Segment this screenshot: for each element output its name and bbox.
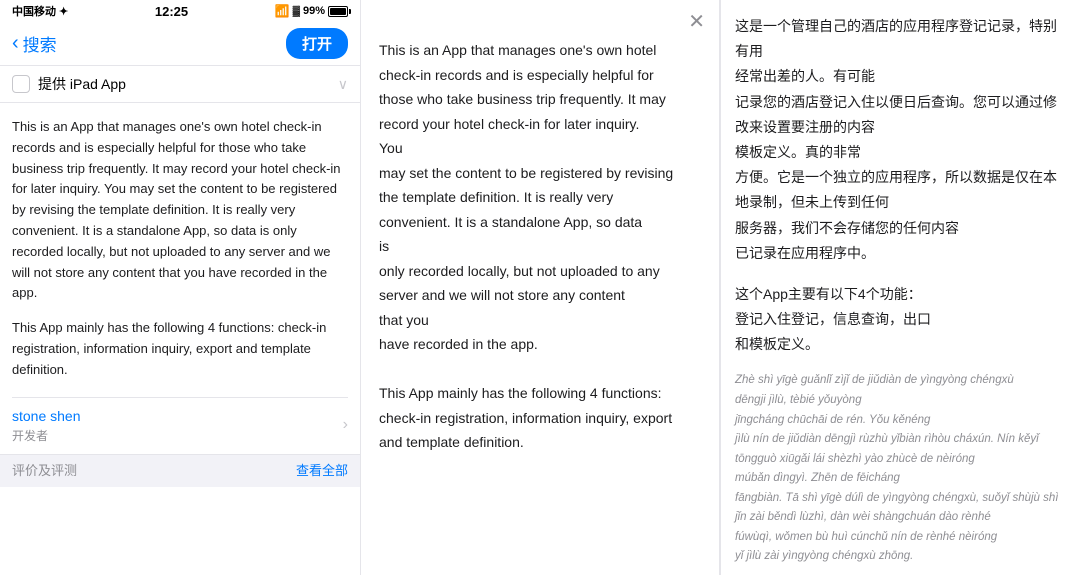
developer-row[interactable]: stone shen 开发者 › — [12, 397, 348, 454]
right-content-area: 这是一个管理自己的酒店的应用程序登记记录，特别有用 经常出差的人。有可能 记录您… — [721, 0, 1080, 575]
battery-label: 99% — [303, 5, 325, 17]
view-all-button[interactable]: 查看全部 — [296, 461, 348, 481]
developer-role: 开发者 — [12, 427, 81, 446]
battery-icon — [328, 6, 348, 17]
modal-line-14: This App mainly has the following 4 func… — [379, 385, 662, 401]
pinyin-block: Zhè shì yīgè guǎnlǐ zìjǐ de jiǔdiàn de y… — [735, 371, 1066, 566]
modal-line-13: have recorded in the app. — [379, 336, 538, 352]
modal-line-8: convenient. It is a standalone App, so d… — [379, 214, 642, 230]
time-label: 12:25 — [155, 4, 188, 19]
modal-line-10: only recorded locally, but not uploaded … — [379, 263, 660, 279]
left-content-area: This is an App that manages one's own ho… — [0, 103, 360, 575]
review-bar: 评价及评测 查看全部 — [0, 454, 360, 487]
right-panel: 这是一个管理自己的酒店的应用程序登记记录，特别有用 经常出差的人。有可能 记录您… — [720, 0, 1080, 575]
modal-panel: ✕ This is an App that manages one's own … — [360, 0, 720, 575]
back-chevron-icon: ‹ — [12, 32, 19, 55]
status-bar: 中国移动 ✦ 12:25 📶 ▓ 99% — [0, 0, 360, 22]
nav-bar: ‹ 搜索 打开 — [0, 22, 360, 66]
modal-line-7: the template definition. It is really ve… — [379, 189, 613, 205]
back-label: 搜索 — [23, 31, 57, 56]
modal-line-9: is — [379, 238, 389, 254]
modal-line-16: and template definition. — [379, 434, 524, 450]
modal-line-5: You — [379, 140, 403, 156]
open-button[interactable]: 打开 — [286, 28, 348, 59]
wifi-icon: 📶 — [275, 4, 290, 18]
modal-header: ✕ — [361, 0, 719, 38]
modal-line-15: check-in registration, information inqui… — [379, 410, 672, 426]
ipad-toggle-label: 提供 iPad App — [38, 74, 338, 94]
modal-line-3: those who take business trip frequently.… — [379, 91, 666, 107]
chevron-down-icon: ∨ — [338, 76, 348, 93]
chinese-block-2: 这个App主要有以下4个功能： 登记入住登记，信息查询，出口 和模板定义。 — [735, 282, 1066, 358]
close-button[interactable]: ✕ — [688, 12, 705, 32]
chinese-block-1: 这是一个管理自己的酒店的应用程序登记记录，特别有用 经常出差的人。有可能 记录您… — [735, 14, 1066, 266]
developer-name: stone shen — [12, 406, 81, 428]
signal-icon: ▓ — [293, 6, 300, 17]
review-label: 评价及评测 — [12, 461, 77, 481]
modal-line-11: server and we will not store any content — [379, 287, 625, 303]
back-button[interactable]: ‹ 搜索 — [12, 31, 57, 56]
developer-chevron-icon: › — [343, 413, 348, 438]
modal-line-12: that you — [379, 312, 429, 328]
modal-text-block: This is an App that manages one's own ho… — [379, 38, 701, 455]
modal-line-2: check-in records and is especially helpf… — [379, 67, 654, 83]
carrier-label: 中国移动 ✦ — [12, 3, 68, 19]
modal-line-6: may set the content to be registered by … — [379, 165, 673, 181]
ipad-toggle-row[interactable]: 提供 iPad App ∨ — [0, 66, 360, 103]
modal-line-4: record your hotel check-in for later inq… — [379, 116, 639, 132]
left-panel: 中国移动 ✦ 12:25 📶 ▓ 99% ‹ 搜索 打开 提供 iPad App… — [0, 0, 360, 575]
modal-content: This is an App that manages one's own ho… — [361, 38, 719, 575]
modal-line-1: This is an App that manages one's own ho… — [379, 42, 656, 58]
app-description-paragraph2: This App mainly has the following 4 func… — [12, 318, 348, 380]
battery-area: 📶 ▓ 99% — [275, 4, 348, 18]
app-description-paragraph1: This is an App that manages one's own ho… — [12, 117, 348, 304]
ipad-checkbox[interactable] — [12, 75, 30, 93]
